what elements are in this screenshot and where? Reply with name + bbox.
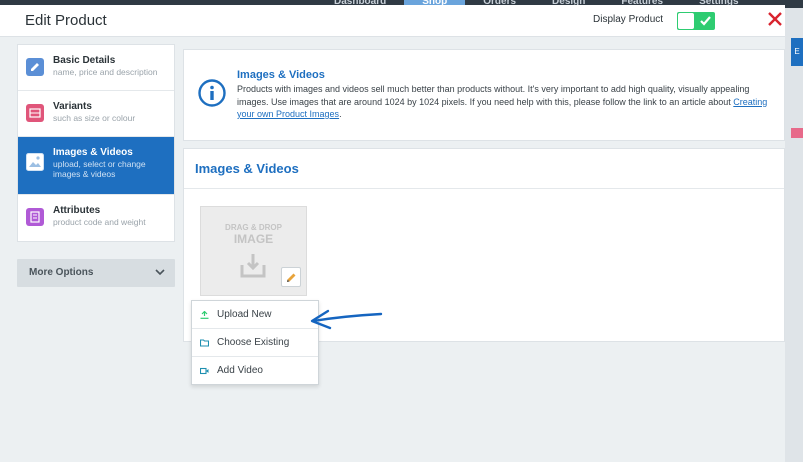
display-product-toggle[interactable] — [677, 12, 715, 30]
panel-title: Images & Videos — [195, 161, 299, 176]
sidebar-item-label: Images & Videos — [53, 147, 133, 158]
menu-item-choose-existing[interactable]: Choose Existing — [192, 329, 318, 357]
sidebar-item-label: Basic Details — [53, 55, 116, 66]
dropzone-line1: DRAG & DROP — [225, 223, 282, 232]
more-options-label: More Options — [29, 267, 94, 278]
sidebar-item-images-videos[interactable]: Images & Videos upload, select or change… — [18, 137, 174, 195]
download-tray-icon — [240, 254, 266, 278]
video-icon — [200, 367, 209, 375]
background-pink-marker — [791, 128, 803, 138]
variants-icon — [26, 104, 44, 122]
more-options-button[interactable]: More Options — [17, 259, 175, 287]
info-body: Products with images and videos sell muc… — [237, 83, 777, 121]
sidebar-item-label: Attributes — [53, 205, 101, 216]
info-title: Images & Videos — [237, 69, 325, 81]
sidebar-item-sub: upload, select or change images & videos — [53, 159, 146, 179]
image-icon — [26, 153, 44, 171]
modal-header: Edit Product Display Product — [0, 5, 785, 37]
modal-title: Edit Product — [25, 12, 107, 29]
panel-header: Images & Videos — [184, 149, 784, 189]
edit-image-button[interactable] — [281, 267, 301, 287]
background-right-panel: E — [785, 8, 803, 462]
attributes-icon — [26, 208, 44, 226]
sidebar: Basic Details name, price and descriptio… — [17, 44, 175, 287]
annotation-arrow — [310, 309, 383, 330]
info-icon — [198, 79, 226, 107]
pencil-icon — [287, 273, 296, 282]
info-body-end: . — [339, 109, 342, 119]
info-box: Images & Videos Products with images and… — [183, 49, 785, 141]
menu-item-label: Add Video — [217, 365, 263, 376]
sidebar-item-sub: such as size or colour — [53, 113, 136, 123]
upload-icon — [200, 311, 209, 319]
sidebar-item-attributes[interactable]: Attributes product code and weight — [18, 195, 174, 241]
dropzone-line2: IMAGE — [233, 232, 274, 246]
menu-item-label: Choose Existing — [217, 337, 290, 348]
sidebar-item-variants[interactable]: Variants such as size or colour — [18, 91, 174, 137]
sidebar-item-sub: name, price and description — [53, 67, 158, 77]
display-product-label: Display Product — [593, 14, 664, 25]
image-options-dropdown: Upload New Choose Existing Add Video — [191, 300, 319, 385]
check-icon — [700, 16, 711, 26]
menu-item-label: Upload New — [217, 309, 272, 320]
chevron-down-icon — [155, 269, 165, 276]
close-icon[interactable] — [766, 10, 784, 28]
folder-icon — [200, 339, 209, 347]
sidebar-list: Basic Details name, price and descriptio… — [17, 44, 175, 242]
sidebar-item-label: Variants — [53, 101, 92, 112]
info-body-text: Products with images and videos sell muc… — [237, 84, 750, 107]
menu-item-upload-new[interactable]: Upload New — [192, 301, 318, 329]
sidebar-item-basic-details[interactable]: Basic Details name, price and descriptio… — [18, 45, 174, 91]
background-blue-button: E — [791, 38, 803, 66]
edit-product-modal: Edit Product Display Product Basic Detai… — [0, 5, 785, 462]
menu-item-add-video[interactable]: Add Video — [192, 357, 318, 385]
sidebar-item-sub: product code and weight — [53, 217, 146, 227]
pencil-icon — [26, 58, 44, 76]
toggle-knob — [678, 13, 694, 29]
